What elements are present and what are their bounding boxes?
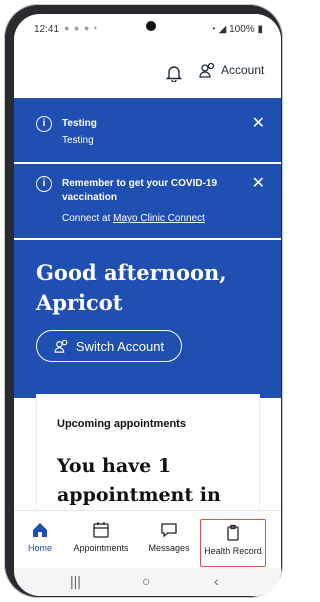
recents-button[interactable]: ||| (70, 573, 81, 589)
account-label: Account (221, 63, 265, 77)
nav-messages-label: Messages (148, 543, 190, 553)
info-icon: i (36, 116, 52, 132)
switch-account-button[interactable]: Switch Account (36, 330, 182, 362)
status-time: 12:41 (34, 24, 60, 35)
system-nav-bar: ||| ○ ‹ (14, 568, 281, 596)
greeting-line2: Apricot (36, 290, 123, 315)
account-icon (199, 62, 215, 78)
battery-icon: ▮ (257, 24, 263, 35)
nav-health-record-label: Health Record (204, 546, 262, 556)
banner-subtitle-prefix: Connect at (62, 213, 114, 224)
info-icon: i (36, 176, 52, 192)
message-icon (161, 523, 177, 538)
bell-icon[interactable] (166, 64, 182, 82)
nav-appointments[interactable]: Appointments (62, 511, 140, 569)
bottom-nav: Home Appointments Messages Health Record (14, 510, 281, 569)
signal-icon: ◢ (218, 24, 227, 35)
notification-icons: ● ● ● • (64, 23, 98, 33)
nav-appointments-label: Appointments (73, 543, 129, 553)
mayo-clinic-connect-link[interactable]: Mayo Clinic Connect (113, 213, 205, 224)
app-screen: 12:41 ● ● ● • ◔ ◢ 100% ▮ Account i Testi… (14, 14, 281, 596)
banner-subtitle: Connect at Mayo Clinic Connect (62, 212, 205, 226)
back-button[interactable]: ‹ (214, 573, 219, 589)
switch-account-label: Switch Account (75, 338, 165, 354)
greeting-line1: Good afternoon, (36, 260, 227, 285)
nav-home-label: Home (27, 543, 52, 553)
banner-covid: i Remember to get your COVID-19 vaccinat… (14, 164, 281, 238)
banner-subtitle: Testing (62, 135, 94, 146)
close-icon[interactable]: ✕ (252, 116, 265, 132)
status-bar: 12:41 ● ● ● • ◔ ◢ 100% ▮ (14, 14, 281, 44)
camera-cutout (146, 21, 156, 31)
people-icon (54, 339, 68, 353)
home-icon (33, 523, 47, 537)
top-bar: Account (14, 44, 281, 98)
banner-title: Remember to get your COVID-19 vaccinatio… (62, 178, 218, 203)
wifi-icon: ◔ (209, 24, 216, 35)
banner-title: Testing (62, 118, 97, 129)
nav-home[interactable]: Home (18, 511, 62, 569)
nav-messages[interactable]: Messages (144, 511, 194, 569)
account-button[interactable]: Account (199, 62, 264, 78)
close-icon[interactable]: ✕ (252, 176, 265, 192)
clipboard-icon (227, 524, 239, 541)
phone-frame: 12:41 ● ● ● • ◔ ◢ 100% ▮ Account i Testi… (4, 4, 283, 598)
banner-testing: i Testing Testing ✕ (14, 98, 281, 162)
home-button[interactable]: ○ (142, 573, 150, 589)
nav-health-record[interactable]: Health Record (200, 519, 266, 567)
banner-divider (14, 238, 281, 240)
status-right: ◔ ◢ 100% ▮ (210, 24, 263, 35)
calendar-icon (93, 522, 109, 538)
appointments-label: Upcoming appointments (57, 418, 186, 430)
battery-percent: 100% (229, 24, 255, 35)
greeting: Good afternoon, Apricot (36, 258, 256, 318)
